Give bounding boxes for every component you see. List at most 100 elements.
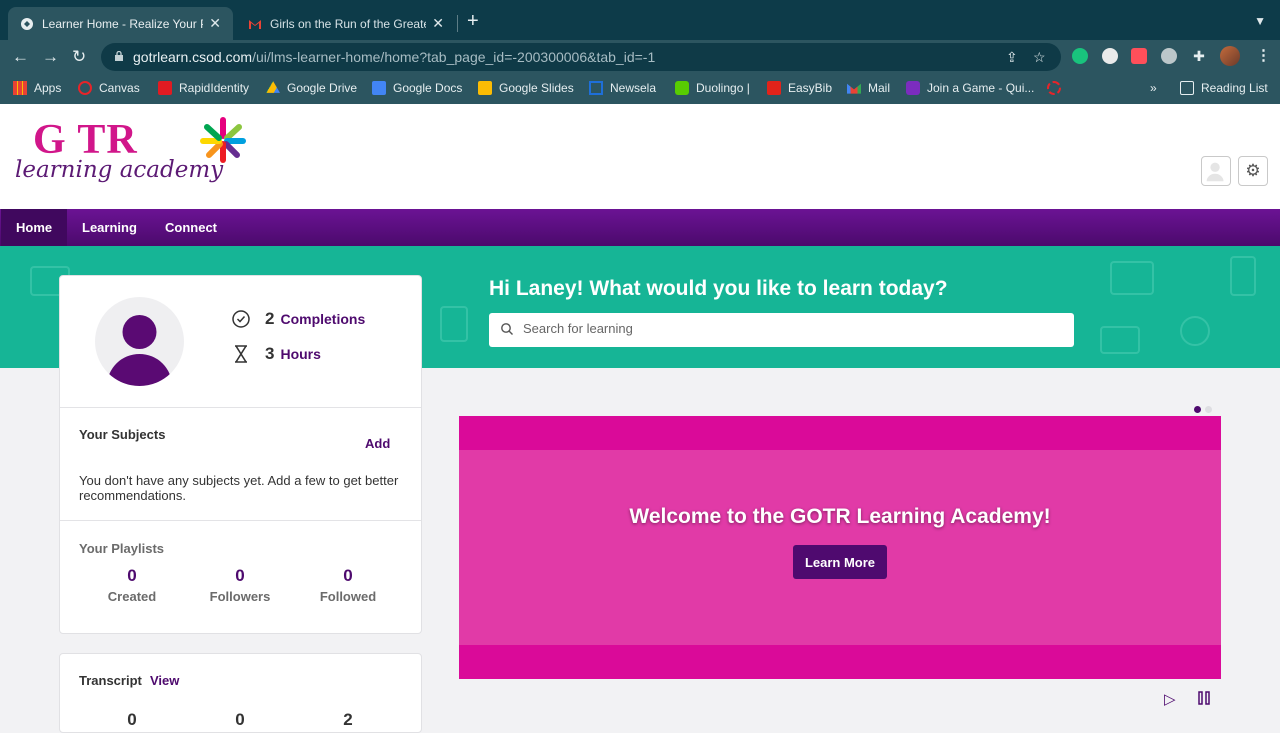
created-count: 0	[127, 566, 137, 585]
nav-learning[interactable]: Learning	[67, 209, 152, 246]
bookmark-newsela[interactable]: Newsela	[589, 81, 656, 95]
divider	[60, 407, 421, 408]
decor-shape	[1230, 256, 1256, 296]
google-extension-icon[interactable]	[1102, 48, 1118, 64]
transcript-card: Transcript View 0 0 2	[59, 653, 422, 733]
share-icon[interactable]: ⇪	[1006, 49, 1018, 66]
reload-icon[interactable]: ↻	[72, 48, 86, 65]
playlists-created[interactable]: 0 Created	[87, 566, 177, 604]
bookmark-join-a-game[interactable]: Join a Game - Qui...	[906, 81, 1034, 95]
hourglass-icon	[235, 345, 247, 363]
playlists-followed[interactable]: 0 Followed	[303, 566, 393, 604]
star-icon[interactable]: ☆	[1033, 49, 1046, 66]
reading-list-icon	[1180, 81, 1194, 95]
bookmark-label: Google Drive	[287, 81, 358, 95]
bookmark-apps[interactable]: Apps	[13, 81, 61, 95]
google-slides-icon	[478, 81, 492, 95]
play-icon[interactable]: ▷	[1164, 690, 1176, 708]
bookmark-label: Newsela	[610, 81, 657, 95]
bookmark-google-slides[interactable]: Google Slides	[478, 81, 574, 95]
bookmark-canvas[interactable]: Canvas	[78, 81, 140, 95]
check-circle-icon	[232, 310, 250, 328]
bookmark-duolingo[interactable]: Duolingo |	[675, 81, 750, 95]
bookmark-google-drive[interactable]: Google Drive	[266, 81, 357, 95]
followed-count: 0	[343, 566, 353, 585]
address-bar[interactable]: gotrlearn.csod.com/ui/lms-learner-home/h…	[101, 43, 1061, 71]
media-extension-icon[interactable]	[1161, 48, 1177, 64]
tab-separator	[457, 15, 458, 32]
banner-band-bottom	[459, 645, 1221, 679]
avatar	[95, 297, 184, 386]
bookmark-label: Google Docs	[393, 81, 463, 95]
quizizz-icon	[906, 81, 920, 95]
search-box[interactable]	[489, 313, 1074, 347]
completions-count: 2	[265, 309, 275, 328]
bookmark-label: Duolingo |	[696, 81, 750, 95]
banner-band-top	[459, 416, 1221, 450]
bookmark-easybib[interactable]: EasyBib	[767, 81, 832, 95]
duolingo-icon	[675, 81, 689, 95]
tab-girls-on-the-run[interactable]: Girls on the Run of the Greater ✕	[236, 7, 456, 40]
screencastify-extension-icon[interactable]	[1131, 48, 1147, 64]
playlists-followers[interactable]: 0 Followers	[195, 566, 285, 604]
nav-connect[interactable]: Connect	[150, 209, 232, 246]
decor-shape	[1110, 261, 1154, 295]
transcript-view-link[interactable]: View	[150, 673, 179, 688]
overflow-label: »	[1150, 81, 1157, 95]
flower-logo-icon	[200, 117, 246, 163]
google-drive-icon	[266, 81, 280, 93]
bookmark-label: Canvas	[99, 81, 140, 95]
completions-stat[interactable]: 2 Completions	[231, 309, 365, 329]
profile-card: 2 Completions 3 Hours Your Subjects Add …	[59, 275, 422, 634]
url-host: gotrlearn.csod.com	[133, 49, 253, 65]
carousel-dot-active[interactable]	[1194, 406, 1201, 413]
bookmark-label: Google Slides	[499, 81, 574, 95]
chevron-down-icon[interactable]: ▼	[1254, 14, 1266, 28]
logo-tagline[interactable]: learning academy	[15, 157, 223, 183]
playlists-title: Your Playlists	[79, 541, 165, 556]
url-text: gotrlearn.csod.com/ui/lms-learner-home/h…	[133, 49, 655, 65]
hours-stat[interactable]: 3 Hours	[231, 344, 321, 364]
tab-learner-home[interactable]: Learner Home - Realize Your P ✕	[8, 7, 233, 40]
hours-count: 3	[265, 344, 275, 363]
browser-tabstrip: Learner Home - Realize Your P ✕ Girls on…	[0, 0, 1280, 44]
close-icon[interactable]: ✕	[209, 15, 221, 32]
menu-icon[interactable]: ⋮	[1256, 46, 1271, 64]
bookmark-google-docs[interactable]: Google Docs	[372, 81, 462, 95]
followers-count: 0	[235, 566, 245, 585]
reading-list-button[interactable]: Reading List	[1180, 81, 1268, 95]
main-navigation: Home Learning Connect	[0, 209, 1280, 246]
gear-icon[interactable]: ⚙	[1238, 156, 1268, 186]
puzzle-extensions-icon[interactable]: ✚	[1191, 48, 1207, 64]
bookmark-label: Apps	[34, 81, 62, 95]
carousel-dot[interactable]	[1205, 406, 1212, 413]
followed-label: Followed	[319, 589, 377, 604]
learn-more-button[interactable]: Learn More	[793, 545, 887, 579]
grammarly-extension-icon[interactable]	[1072, 48, 1088, 64]
profile-avatar[interactable]	[1220, 46, 1240, 66]
bookmark-label: Mail	[868, 81, 891, 95]
pause-icon[interactable]	[1198, 691, 1210, 705]
bookmark-label: RapidIdentity	[179, 81, 250, 95]
bookmark-label: Join a Game - Qui...	[927, 81, 1035, 95]
search-input[interactable]	[523, 321, 1043, 336]
bookmark-mail[interactable]: Mail	[847, 81, 890, 95]
bookmark-rapididentity[interactable]: RapidIdentity	[158, 81, 249, 95]
transcript-value: 0	[235, 710, 245, 729]
greeting-heading: Hi Laney! What would you like to learn t…	[489, 277, 948, 300]
back-arrow-icon[interactable]: ←	[12, 48, 29, 65]
gmail-icon	[249, 19, 261, 29]
bookmarks-overflow[interactable]: »	[1150, 81, 1157, 95]
forward-arrow-icon[interactable]: →	[42, 48, 59, 65]
completions-label: Completions	[280, 311, 366, 327]
new-tab-icon[interactable]: +	[467, 10, 479, 33]
user-avatar-button[interactable]	[1201, 156, 1231, 186]
add-subjects-link[interactable]: Add	[365, 436, 390, 451]
followers-label: Followers	[209, 589, 271, 604]
decor-shape	[1180, 316, 1210, 346]
bookmark-label: EasyBib	[788, 81, 833, 95]
decor-shape	[1100, 326, 1140, 354]
bookmark-untitled[interactable]	[1047, 81, 1068, 95]
close-icon[interactable]: ✕	[432, 15, 444, 32]
nav-home[interactable]: Home	[1, 209, 68, 246]
